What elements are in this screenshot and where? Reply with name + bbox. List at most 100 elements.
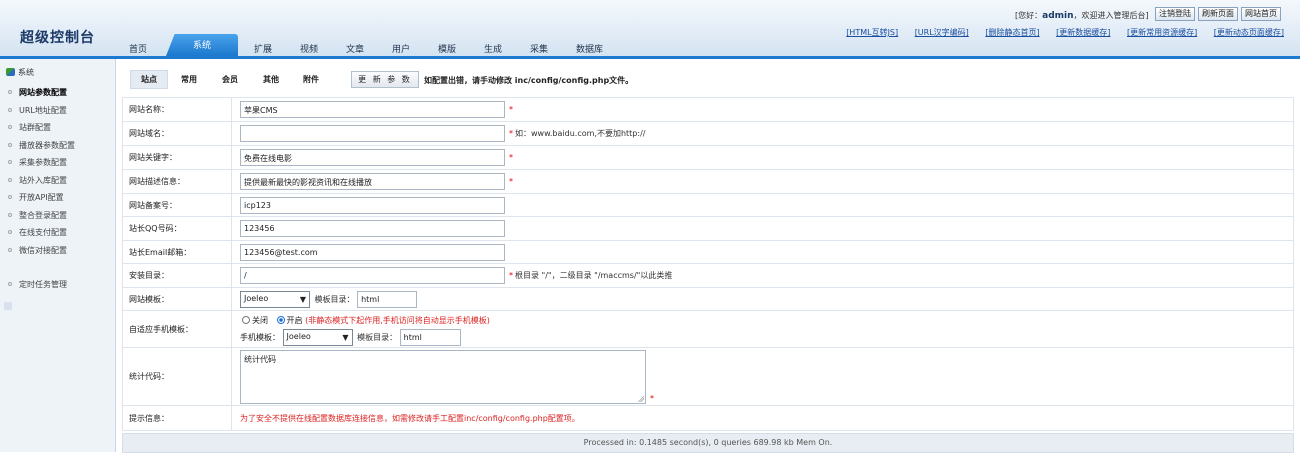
row-email: 站长Email邮箱： 123456@test.com bbox=[122, 240, 1294, 264]
delete-static-home-link[interactable]: [删除静态首页] bbox=[985, 28, 1039, 37]
row-site-keywords: 网站关键字： 免费在线电影 * bbox=[122, 145, 1294, 170]
sidebar-item-collect-params[interactable]: 采集参数配置 bbox=[0, 154, 115, 172]
tab-video[interactable]: 视频 bbox=[300, 42, 318, 55]
sidebar-item-url[interactable]: URL地址配置 bbox=[0, 102, 115, 120]
template-label: 网站模板： bbox=[122, 287, 232, 311]
sidebar: 系统 网站参数配置 URL地址配置 站群配置 播放器参数配置 采集参数配置 站外… bbox=[0, 59, 116, 452]
settings-subtabs: 站点 常用 会员 其他 附件 更 新 参 数 如配置出错，请手动修改 inc/c… bbox=[122, 62, 1294, 97]
chevron-down-icon: ▼ bbox=[299, 294, 306, 304]
required-mark: * bbox=[509, 105, 513, 114]
site-description-input[interactable]: 提供最新最快的影视资讯和在线播放 bbox=[240, 173, 505, 190]
subtab-site[interactable]: 站点 bbox=[130, 70, 168, 89]
template-select[interactable]: Joeleo ▼ bbox=[240, 290, 310, 308]
qq-label: 站长QQ号码： bbox=[122, 216, 232, 241]
row-icp: 网站备案号： icp123 bbox=[122, 193, 1294, 217]
mobile-off-label: 关闭 bbox=[252, 315, 268, 325]
tip-text: 为了安全不提供在线配置数据库连接信息，如需修改请手工配置inc/config/c… bbox=[231, 405, 1294, 431]
sidebar-item-online-payment[interactable]: 在线支付配置 bbox=[0, 224, 115, 242]
site-domain-hint: 如：www.baidu.com,不要加http:// bbox=[515, 129, 646, 138]
subtab-common[interactable]: 常用 bbox=[181, 74, 197, 85]
required-mark: * bbox=[509, 271, 513, 280]
qq-input[interactable]: 123456 bbox=[240, 220, 505, 237]
template-dir-input[interactable]: html bbox=[357, 290, 418, 308]
site-description-label: 网站描述信息： bbox=[122, 169, 232, 194]
bullet-icon bbox=[8, 125, 12, 129]
top-header: 超级控制台 [您好：admin，欢迎进入管理后台] 注销登陆 刷新页面 网站首页… bbox=[0, 0, 1300, 59]
site-settings-form: 网站名称： 苹果CMS * 网站域名： * 如：www.baidu.com,不要加h… bbox=[122, 97, 1294, 431]
install-dir-input[interactable]: / bbox=[240, 267, 505, 284]
sidebar-item-wechat[interactable]: 微信对接配置 bbox=[0, 242, 115, 260]
bullet-icon bbox=[8, 177, 12, 182]
sidebar-item-scheduled-tasks[interactable]: 定时任务管理 bbox=[0, 276, 115, 294]
icp-input[interactable]: icp123 bbox=[240, 196, 505, 214]
mobile-note: (非静态模式下起作用,手机访问将自动显示手机模板) bbox=[305, 315, 490, 325]
row-site-name: 网站名称： 苹果CMS * bbox=[122, 97, 1294, 122]
row-tip: 提示信息： 为了安全不提供在线配置数据库连接信息，如需修改请手工配置inc/co… bbox=[122, 405, 1294, 431]
tab-user[interactable]: 用户 bbox=[392, 42, 410, 55]
site-keywords-label: 网站关键字： bbox=[122, 145, 232, 170]
stats-code-textarea[interactable]: 统计代码 bbox=[240, 349, 646, 404]
html-js-link[interactable]: [HTML互转JS] bbox=[846, 28, 898, 37]
site-home-button[interactable]: 网站首页 bbox=[1241, 7, 1281, 21]
update-params-button[interactable]: 更 新 参 数 bbox=[351, 71, 419, 88]
main-content: 站点 常用 会员 其他 附件 更 新 参 数 如配置出错，请手动修改 inc/c… bbox=[122, 62, 1294, 453]
bullet-icon bbox=[8, 230, 12, 234]
row-stats-code: 统计代码： 统计代码 * bbox=[122, 347, 1294, 406]
required-mark: * bbox=[509, 129, 513, 138]
url-encode-link[interactable]: [URL汉字编码] bbox=[915, 28, 969, 37]
refresh-button[interactable]: 刷新页面 bbox=[1198, 7, 1238, 21]
required-mark: * bbox=[509, 177, 513, 186]
tab-collect[interactable]: 采集 bbox=[530, 42, 548, 55]
stats-code-label: 统计代码： bbox=[122, 347, 232, 406]
row-site-domain: 网站域名： * 如：www.baidu.com,不要加http:// bbox=[122, 121, 1294, 146]
site-domain-label: 网站域名： bbox=[122, 121, 232, 146]
site-domain-input[interactable] bbox=[240, 125, 505, 142]
mobile-dir-input[interactable]: html bbox=[399, 328, 461, 346]
processed-footer: Processed in: 0.1485 second(s), 0 querie… bbox=[122, 433, 1294, 453]
row-template: 网站模板： Joeleo ▼ 模板目录： html bbox=[122, 287, 1294, 311]
tab-template[interactable]: 模版 bbox=[438, 42, 456, 55]
subtab-member[interactable]: 会员 bbox=[222, 74, 238, 85]
mobile-dir-label: 模板目录： bbox=[357, 332, 398, 342]
mobile-on-radio[interactable] bbox=[276, 315, 285, 324]
site-name-input[interactable]: 苹果CMS bbox=[240, 101, 505, 118]
mobile-template-sublabel: 手机模板： bbox=[240, 332, 280, 342]
row-site-description: 网站描述信息： 提供最新最快的影视资讯和在线播放 * bbox=[122, 169, 1294, 194]
tab-extend[interactable]: 扩展 bbox=[254, 42, 272, 55]
update-dynamic-cache-link[interactable]: [更新动态页面缓存] bbox=[1214, 28, 1284, 37]
install-dir-hint: 根目录 "/"，二级目录 "/maccms/"以此类推 bbox=[515, 271, 673, 280]
subtab-other[interactable]: 其他 bbox=[263, 74, 279, 85]
sidebar-item-external-import[interactable]: 站外入库配置 bbox=[0, 172, 115, 190]
tab-home[interactable]: 首页 bbox=[129, 42, 147, 55]
resize-grip-icon[interactable] bbox=[638, 395, 644, 402]
update-resource-cache-link[interactable]: [更新常用资源缓存] bbox=[1127, 28, 1197, 37]
subtab-attachment[interactable]: 附件 bbox=[303, 74, 319, 85]
username: admin bbox=[1042, 11, 1074, 21]
config-notice: 如配置出错，请手动修改 inc/config/config.php文件。 bbox=[424, 76, 634, 85]
bullet-icon bbox=[8, 160, 12, 164]
email-label: 站长Email邮箱： bbox=[122, 240, 232, 264]
bullet-icon bbox=[8, 247, 12, 252]
app-logo: 超级控制台 bbox=[20, 30, 95, 46]
mobile-off-radio[interactable] bbox=[242, 315, 250, 324]
sidebar-item-player[interactable]: 播放器参数配置 bbox=[0, 137, 115, 155]
required-mark: * bbox=[650, 394, 654, 403]
tab-article[interactable]: 文章 bbox=[346, 42, 364, 55]
row-mobile-template: 自适应手机模板： 关闭 开启 (非静态模式下起作用,手机访问将自动显示手机模板)… bbox=[122, 310, 1294, 348]
tab-generate[interactable]: 生成 bbox=[484, 42, 502, 55]
logout-button[interactable]: 注销登陆 bbox=[1155, 7, 1195, 21]
install-dir-label: 安装目录： bbox=[122, 263, 232, 288]
mobile-template-select[interactable]: Joeleo ▼ bbox=[282, 328, 353, 346]
tab-system[interactable]: 系统 bbox=[166, 34, 238, 56]
sidebar-item-site-params[interactable]: 网站参数配置 bbox=[0, 84, 115, 102]
sidebar-item-open-api[interactable]: 开放API配置 bbox=[0, 189, 115, 207]
sidebar-item-login-integration[interactable]: 整合登录配置 bbox=[0, 207, 115, 225]
site-keywords-input[interactable]: 免费在线电影 bbox=[240, 149, 505, 166]
welcome-text: [您好：admin，欢迎进入管理后台] bbox=[1015, 11, 1149, 21]
email-input[interactable]: 123456@test.com bbox=[240, 243, 505, 261]
update-data-cache-link[interactable]: [更新数据缓存] bbox=[1056, 28, 1110, 37]
sidebar-item-site-group[interactable]: 站群配置 bbox=[0, 119, 115, 137]
tab-database[interactable]: 数据库 bbox=[576, 42, 603, 55]
bullet-icon bbox=[8, 282, 12, 286]
collapse-handle[interactable] bbox=[4, 301, 12, 310]
